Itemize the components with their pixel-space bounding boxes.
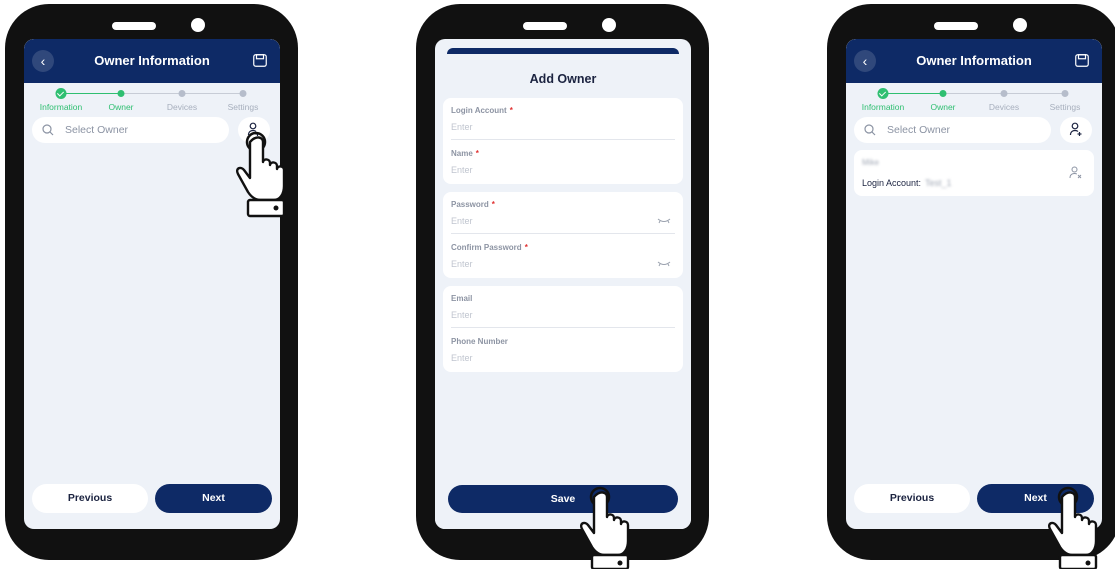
pointing-hand-icon	[236, 131, 286, 218]
add-person-icon	[1069, 122, 1082, 136]
step-owner-dot	[117, 90, 125, 97]
name-field[interactable]: Name * Enter	[451, 141, 675, 183]
step-line-done	[883, 93, 943, 94]
phone-speaker	[934, 22, 978, 30]
name-input[interactable]: Enter	[451, 165, 473, 175]
progress-stepper: Information Owner Devices Settings	[846, 88, 1102, 113]
step-information-label: Information	[39, 102, 83, 112]
save-button[interactable]: Save	[448, 485, 678, 513]
eye-closed-icon[interactable]	[657, 218, 671, 224]
phone-camera	[1013, 18, 1027, 32]
step-settings-label: Settings	[227, 102, 259, 112]
step-devices-dot	[1000, 90, 1008, 97]
app-header: ‹ Owner Information	[846, 39, 1102, 83]
step-devices-label: Devices	[988, 102, 1020, 112]
phone-frame-owner-info: ‹ Owner Information Information Owner De…	[5, 4, 298, 560]
save-icon[interactable]	[253, 54, 267, 67]
required-marker: *	[475, 149, 479, 158]
phone-number-input[interactable]: Enter	[451, 353, 473, 363]
login-account-label: Login Account *	[451, 106, 513, 115]
sheet-title: Add Owner	[529, 72, 597, 86]
phone-number-field[interactable]: Phone Number Enter	[451, 329, 675, 371]
phone-speaker	[112, 22, 156, 30]
previous-button[interactable]: Previous	[32, 484, 148, 513]
login-account-value: Test_1	[925, 178, 952, 188]
phone-camera	[602, 18, 616, 32]
confirm-password-input[interactable]: Enter	[451, 259, 473, 269]
account-card: Login Account * Enter Name * Enter	[443, 98, 683, 184]
email-input[interactable]: Enter	[451, 310, 473, 320]
password-field[interactable]: Password * Enter	[451, 192, 675, 234]
page-title: Owner Information	[916, 53, 1032, 68]
step-owner-label: Owner	[930, 102, 956, 112]
search-placeholder: Select Owner	[65, 124, 129, 136]
step-information-label: Information	[861, 102, 905, 112]
phone-speaker	[523, 22, 567, 30]
pointing-hand-icon	[580, 486, 630, 569]
confirm-password-field[interactable]: Confirm Password * Enter	[451, 235, 675, 277]
eye-closed-icon[interactable]	[657, 261, 671, 267]
password-label: Password *	[451, 200, 495, 209]
owner-name: Mike	[862, 158, 879, 167]
login-account-input[interactable]: Enter	[451, 122, 473, 132]
page-title: Owner Information	[94, 53, 210, 68]
remove-person-icon[interactable]	[1069, 166, 1082, 179]
step-owner-label: Owner	[108, 102, 134, 112]
step-information-check-icon	[55, 88, 67, 99]
password-card: Password * Enter Confirm Password * Enter	[443, 192, 683, 278]
password-input[interactable]: Enter	[451, 216, 473, 226]
add-owner-button[interactable]	[1060, 117, 1092, 143]
step-devices-dot	[178, 90, 186, 97]
save-icon[interactable]	[1075, 54, 1089, 67]
phone-number-label: Phone Number	[451, 337, 508, 346]
app-header: ‹ Owner Information	[24, 39, 280, 83]
step-devices-label: Devices	[166, 102, 198, 112]
pointing-hand-icon	[1048, 486, 1098, 569]
contact-card: Email Enter Phone Number Enter	[443, 286, 683, 372]
progress-stepper: Information Owner Devices Settings	[24, 88, 280, 113]
phone-frame-owner-selected: ‹ Owner Information Information Owner De…	[827, 4, 1115, 560]
required-marker: *	[509, 106, 513, 115]
email-field[interactable]: Email Enter	[451, 286, 675, 328]
step-settings-label: Settings	[1049, 102, 1081, 112]
step-settings-dot	[239, 90, 247, 97]
add-owner-sheet: Add Owner Login Account * Enter Name * Ent…	[435, 54, 691, 529]
select-owner-search[interactable]: Select Owner	[32, 117, 229, 143]
email-label: Email	[451, 294, 473, 303]
search-icon	[864, 124, 876, 136]
login-account-field[interactable]: Login Account * Enter	[451, 98, 675, 140]
phone-camera	[191, 18, 205, 32]
search-placeholder: Select Owner	[887, 124, 951, 136]
step-owner-dot	[939, 90, 947, 97]
next-button[interactable]: Next	[155, 484, 272, 513]
owner-login-account: Login Account: Test_1	[862, 178, 952, 188]
required-marker: *	[524, 243, 528, 252]
select-owner-search[interactable]: Select Owner	[854, 117, 1051, 143]
confirm-password-label: Confirm Password *	[451, 243, 528, 252]
login-account-label: Login Account:	[862, 178, 922, 188]
selected-owner-card[interactable]: Mike Login Account: Test_1	[854, 150, 1094, 196]
required-marker: *	[491, 200, 495, 209]
owner-info-screen: ‹ Owner Information Information Owner De…	[24, 39, 280, 529]
phone-frame-add-owner: Add Owner Login Account * Enter Name * Ent…	[416, 4, 709, 560]
owner-selected-screen: ‹ Owner Information Information Owner De…	[846, 39, 1102, 529]
search-icon	[42, 124, 54, 136]
step-line-done	[61, 93, 121, 94]
add-owner-screen: Add Owner Login Account * Enter Name * Ent…	[435, 39, 691, 529]
name-label: Name *	[451, 149, 479, 158]
previous-button[interactable]: Previous	[854, 484, 970, 513]
step-information-check-icon	[877, 88, 889, 99]
step-settings-dot	[1061, 90, 1069, 97]
